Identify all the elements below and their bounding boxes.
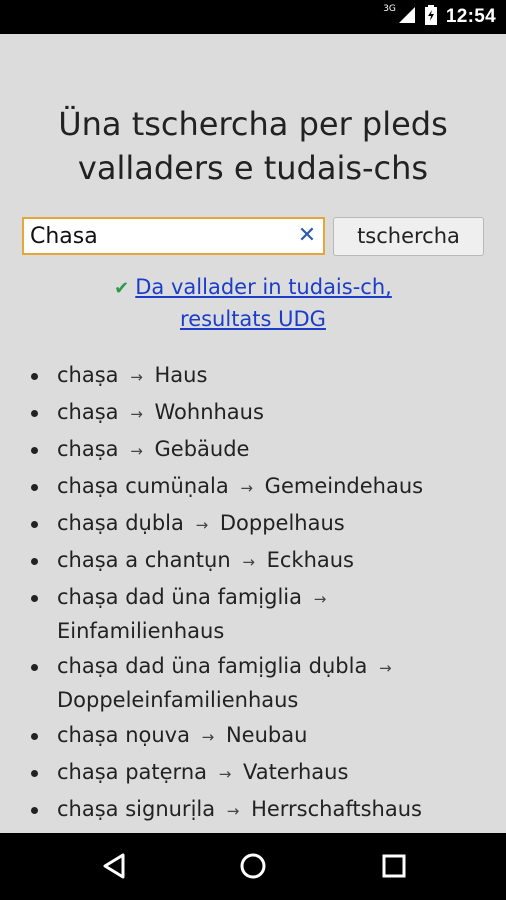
navigation-bar [0, 833, 506, 900]
home-icon[interactable] [236, 849, 270, 883]
result-target: Herrschaftshaus [251, 797, 422, 821]
result-item[interactable]: chaṣa cumüṇala → Gemeindehaus [0, 470, 506, 504]
result-source: chaṣa cumüṇala [57, 474, 229, 498]
result-item[interactable]: chaṣa a chantụn → Eckhaus [0, 544, 506, 578]
direction-link-line2[interactable]: resultats UDG [180, 307, 326, 331]
result-target: Wohnhaus [154, 400, 264, 424]
result-target: Doppelhaus [219, 511, 345, 535]
result-target: Haus [154, 363, 208, 387]
result-source: chaṣa [57, 437, 119, 461]
clock: 12:54 [445, 6, 496, 27]
page-title-line1: Üna tschercha per pleds [58, 105, 448, 143]
page-title-line2: valladers e tudais-chs [77, 149, 429, 187]
result-item[interactable]: chaṣa dụbla → Doppelhaus [0, 507, 506, 541]
arrow-icon: → [218, 765, 232, 783]
signal-icon [398, 6, 416, 28]
result-target: Gebäude [154, 437, 250, 461]
result-source: chaṣa dụbla [57, 511, 184, 535]
results-list: chaṣa → Haus chaṣa → Wohnhaus chaṣa → Gebä… [0, 359, 506, 833]
result-source: chaṣa patẹrna [57, 760, 208, 784]
arrow-icon: → [226, 802, 240, 820]
result-target: Eckhaus [266, 548, 354, 572]
result-target: Einfamilienhaus [57, 619, 225, 643]
result-source: chaṣa dad üna famịglia dụbla [57, 654, 368, 678]
arrow-icon: → [240, 479, 253, 497]
result-source: chaṣa [57, 363, 119, 387]
result-source: chaṣa signurịla [57, 797, 216, 821]
result-item[interactable]: chaṣa patẹrna → Vaterhaus [0, 756, 506, 790]
result-item[interactable]: chaṣa dad üna famịglia dụbla → Doppelein… [0, 650, 506, 716]
page-title: Üna tschercha per pleds valladers e tuda… [0, 102, 506, 190]
status-icons: 3G 12:54 [383, 0, 496, 34]
checkmark-icon: ✔ [114, 278, 130, 299]
recents-icon[interactable] [377, 849, 411, 883]
direction-link: ✔ Da vallader in tudais-ch, resultats UDG [0, 272, 506, 334]
close-icon[interactable]: ✕ [296, 225, 318, 247]
result-item[interactable]: chaṣa → Gebäude [0, 433, 506, 467]
search-field[interactable]: ✕ [22, 217, 325, 255]
result-source: chaṣa a chantụn [57, 548, 231, 572]
search-button[interactable]: tschercha [333, 217, 484, 256]
result-target: Vaterhaus [242, 760, 349, 784]
arrow-icon: → [195, 516, 209, 534]
arrow-icon: → [130, 442, 143, 460]
arrow-icon: → [313, 590, 327, 608]
result-item[interactable]: chaṣa → Haus [0, 359, 506, 393]
result-item[interactable]: chaṣa → Wohnhaus [0, 396, 506, 430]
result-source: chaṣa nọuva [57, 723, 190, 747]
result-item[interactable]: chaṣa nọuva → Neubau [0, 719, 506, 753]
result-target: Neubau [225, 723, 308, 747]
network-type: 3G [383, 4, 396, 14]
result-target: Doppeleinfamilienhaus [57, 688, 299, 712]
battery-icon [424, 5, 438, 29]
main-content: Üna tschercha per pleds valladers e tuda… [0, 34, 506, 833]
direction-link-line1[interactable]: Da vallader in tudais-ch, [135, 275, 392, 299]
result-source: chaṣa [57, 400, 119, 424]
status-bar: 3G 12:54 [0, 0, 506, 34]
result-source: chaṣa dad üna famịglia [57, 585, 302, 609]
result-item[interactable]: chaṣa dad üna famịglia → Einfamilienhaus [0, 581, 506, 647]
arrow-icon: → [130, 405, 143, 423]
result-item[interactable]: chaṣa signurịla → Herrschaftshaus [0, 793, 506, 827]
search-input[interactable] [30, 222, 290, 250]
back-icon[interactable] [97, 849, 131, 883]
arrow-icon: → [201, 728, 215, 746]
arrow-icon: → [379, 659, 392, 677]
arrow-icon: → [130, 368, 143, 386]
result-target: Gemeindehaus [264, 474, 424, 498]
arrow-icon: → [242, 553, 255, 571]
